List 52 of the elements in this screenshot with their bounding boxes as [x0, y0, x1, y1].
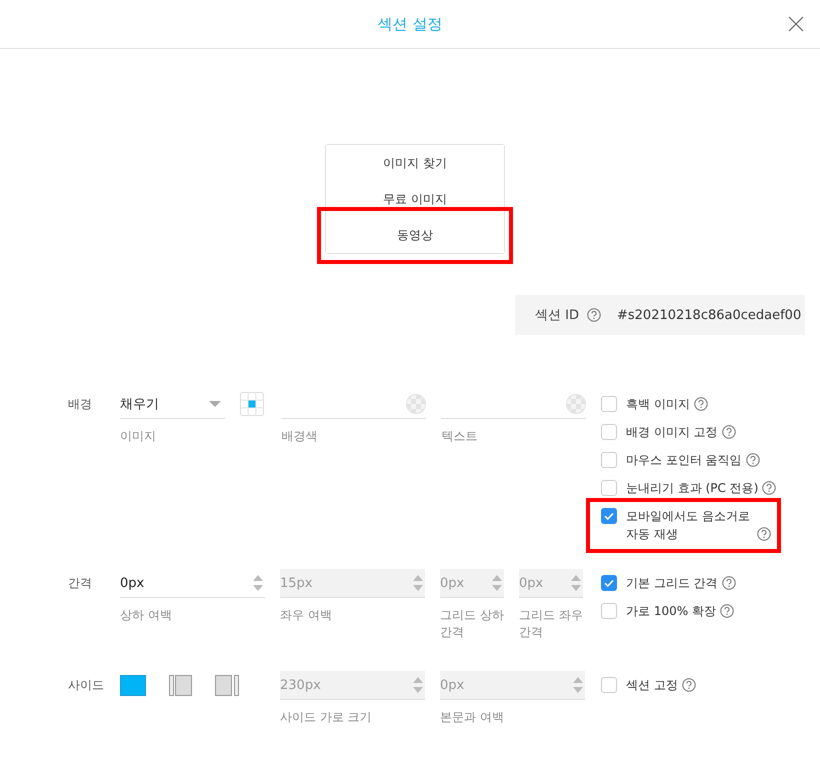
field-caption: 상하 여백: [120, 607, 173, 624]
checkbox[interactable]: [601, 480, 617, 496]
option-label: 모바일에서도 음소거로 자동 재생: [626, 508, 751, 543]
checkbox[interactable]: [601, 677, 617, 693]
help-icon[interactable]: [694, 397, 708, 411]
checkbox[interactable]: [601, 452, 617, 468]
option-label: 흑백 이미지: [626, 396, 690, 413]
row-label: 배경: [68, 396, 93, 413]
option-label: 기본 그리드 간격: [626, 575, 718, 592]
field-caption: 그리드 좌우 간격: [519, 607, 583, 641]
row-label: 간격: [68, 575, 93, 592]
close-icon: [788, 16, 804, 32]
help-icon[interactable]: [682, 678, 696, 692]
caret-icon: [208, 401, 221, 407]
field-caption: 사이드 가로 크기: [280, 709, 373, 726]
checkbox[interactable]: [601, 396, 617, 412]
spinner-icon[interactable]: [253, 574, 263, 592]
field-caption: 배경색: [282, 428, 319, 445]
option-label: 마우스 포인터 움직임: [626, 452, 742, 469]
help-icon[interactable]: [757, 527, 771, 541]
checkbox[interactable]: [601, 575, 617, 591]
position-grid-icon[interactable]: [240, 392, 264, 416]
layout-icon[interactable]: [169, 674, 192, 696]
option-label: 배경 이미지 고정: [626, 424, 718, 441]
checkbox[interactable]: [601, 424, 617, 440]
help-icon[interactable]: [746, 453, 760, 467]
option-label: 눈내리기 효과 (PC 전용): [626, 480, 758, 497]
field-caption: 좌우 여백: [280, 607, 333, 624]
field-caption: 본문과 여백: [440, 709, 505, 726]
layout-icon[interactable]: [215, 674, 239, 696]
help-icon[interactable]: [722, 425, 736, 439]
layout-icon[interactable]: [120, 674, 146, 696]
field-caption: 텍스트: [441, 428, 478, 445]
fill-dropdown[interactable]: 채우기: [120, 390, 225, 419]
option-label: 가로 100% 확장: [626, 603, 716, 620]
transparent-swatch-icon: [406, 394, 426, 414]
row-label: 사이드: [68, 677, 105, 694]
close-button[interactable]: [788, 16, 804, 32]
help-icon[interactable]: [762, 481, 776, 495]
transparent-swatch-icon: [566, 394, 586, 414]
section-id-value: #s20210218c86a0cedaef00: [616, 308, 802, 322]
checkbox[interactable]: [601, 508, 617, 524]
option-label: 섹션 고정: [626, 677, 678, 694]
checkbox[interactable]: [601, 603, 617, 619]
help-icon[interactable]: [586, 308, 601, 322]
dialog-title: 섹션 설정: [378, 14, 442, 34]
help-icon[interactable]: [722, 576, 736, 590]
help-icon[interactable]: [720, 604, 734, 618]
number-field[interactable]: 0px: [120, 569, 265, 598]
field-caption: 그리드 상하 간격: [440, 607, 504, 641]
section-id-label: 섹션 ID: [535, 307, 579, 324]
field-caption: 이미지: [120, 428, 157, 445]
